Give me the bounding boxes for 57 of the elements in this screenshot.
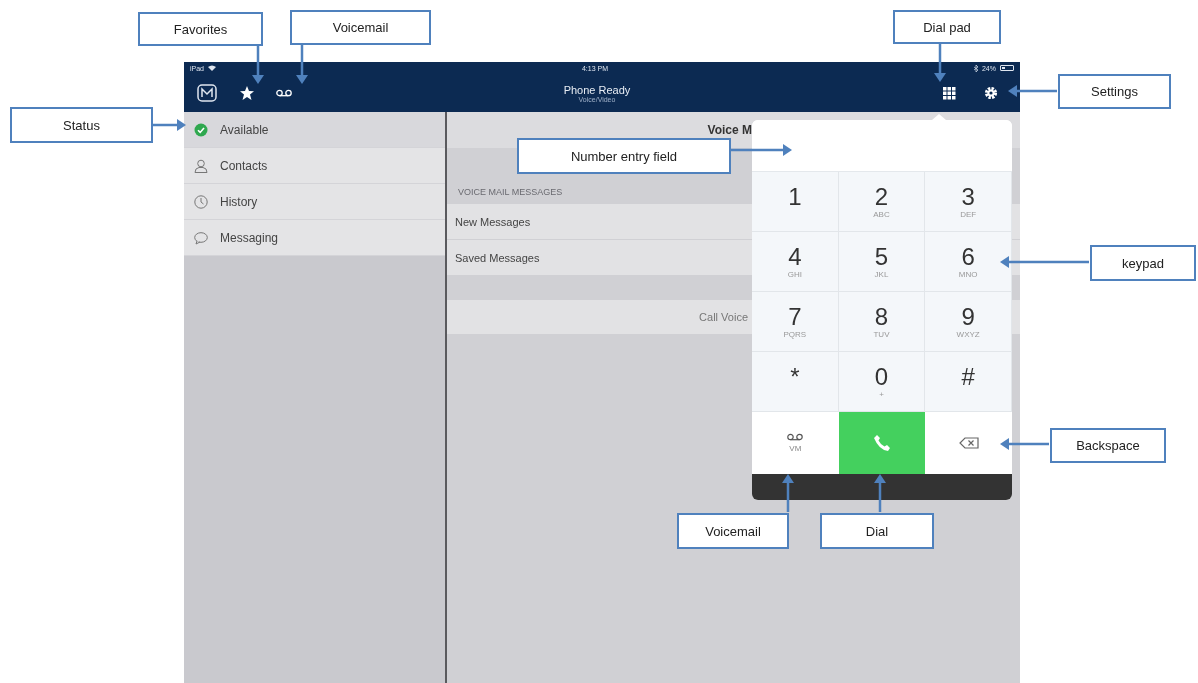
sidebar-item-label: History	[220, 194, 258, 209]
keypad-key[interactable]: 8 TUV	[838, 292, 926, 352]
keypad-key[interactable]: 9 WXYZ	[925, 292, 1012, 352]
callout-label: Status	[10, 107, 153, 143]
number-entry-field[interactable]	[752, 120, 1012, 172]
callout-label: Backspace	[1050, 428, 1166, 463]
callout-label: Favorites	[138, 12, 263, 46]
section-header: VOICE MAIL MESSAGES	[458, 187, 563, 197]
backspace-icon	[958, 437, 979, 449]
star-icon[interactable]	[240, 86, 254, 100]
phone-icon	[873, 434, 891, 452]
sidebar-item[interactable]: Contacts	[184, 148, 445, 184]
callout-label: Voicemail	[290, 10, 431, 45]
sidebar-item[interactable]: Messaging	[184, 220, 445, 256]
callout-arrow	[1008, 85, 1057, 97]
sidebar-item[interactable]: History	[184, 184, 445, 220]
status-check-icon	[194, 122, 208, 137]
callout-arrow	[153, 119, 186, 131]
battery-icon	[1000, 65, 1014, 71]
callout-arrow	[874, 474, 886, 512]
callout-label: keypad	[1090, 245, 1196, 281]
callout-label: Settings	[1058, 74, 1171, 109]
keypad-key[interactable]: 3 DEF	[925, 172, 1012, 232]
callout-arrow	[252, 46, 264, 84]
dial-pad-icon[interactable]	[943, 86, 956, 100]
callout-arrow	[782, 474, 794, 512]
wifi-icon	[208, 65, 216, 71]
app-logo-icon[interactable]	[196, 83, 218, 103]
callout-arrow	[1000, 438, 1049, 450]
callout-arrow	[296, 45, 308, 84]
voicemail-icon	[787, 433, 804, 441]
bluetooth-icon	[973, 64, 978, 72]
clock-icon	[194, 194, 208, 209]
keypad-key[interactable]: 4 GHI	[752, 232, 839, 292]
callout-label: Number entry field	[517, 138, 731, 174]
keypad-key[interactable]: 0 +	[838, 352, 926, 412]
callout-label: Dial pad	[893, 10, 1001, 44]
keypad-key[interactable]: 1	[752, 172, 839, 232]
keypad-key[interactable]: #	[925, 352, 1012, 412]
sidebar-item-label: Contacts	[220, 158, 268, 173]
settings-icon[interactable]	[984, 86, 998, 100]
callout-label: Voicemail	[677, 513, 789, 549]
sidebar-item-label: Available	[220, 122, 269, 137]
callout-arrow	[731, 144, 792, 156]
keypad-key[interactable]: *	[752, 352, 839, 412]
keypad-key[interactable]: 2 ABC	[838, 172, 926, 232]
sidebar-item-label: Messaging	[220, 230, 279, 245]
callout-label: Dial	[820, 513, 934, 549]
keypad-key[interactable]: 7 PQRS	[752, 292, 839, 352]
header-title: Phone Ready	[563, 83, 631, 96]
sidebar-item[interactable]: Available	[184, 112, 445, 148]
chat-bubble-icon	[194, 230, 208, 245]
person-icon	[194, 158, 208, 173]
keypad-key[interactable]: 5 JKL	[838, 232, 926, 292]
keypad-key[interactable]: 6 MNO	[925, 232, 1012, 292]
callout-arrow	[934, 44, 946, 82]
voicemail-icon[interactable]	[276, 89, 292, 97]
